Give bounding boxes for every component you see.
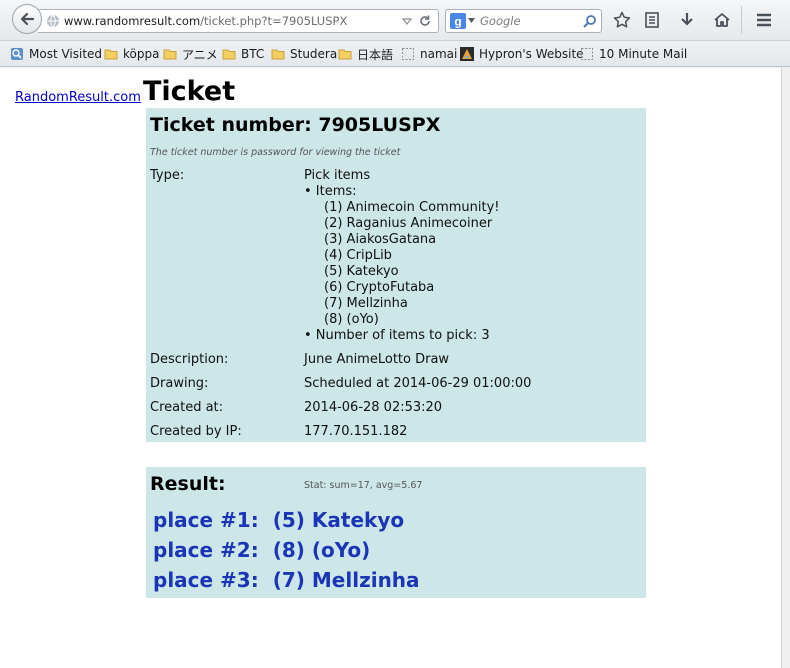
history-dropdown-icon[interactable]	[401, 15, 413, 27]
place-item: (5) Katekyo	[272, 508, 405, 532]
bookmark-label: köppa	[123, 47, 160, 61]
back-arrow-icon	[20, 12, 35, 26]
site-favicon-icon	[460, 47, 474, 61]
page-viewport: RandomResult.com Ticket Ticket number: 7…	[0, 68, 782, 668]
bookmark-label: Studera	[290, 47, 338, 61]
description-value: June AnimeLotto Draw	[304, 352, 450, 367]
engine-dropdown-icon[interactable]	[468, 18, 475, 24]
list-item: (5) Katekyo	[324, 264, 399, 279]
google-icon[interactable]: g	[450, 13, 466, 29]
place-label: place #1:	[153, 508, 259, 532]
description-label: Description:	[150, 352, 229, 367]
ticket-number-heading: Ticket number: 7905LUSPX	[150, 114, 441, 136]
result-stat: Stat: sum=17, avg=5.67	[304, 480, 423, 491]
home-icon[interactable]	[712, 10, 732, 30]
toolbar-separator	[741, 6, 742, 34]
search-input[interactable]: Google	[480, 14, 521, 28]
result-heading: Result:	[150, 473, 226, 495]
place-label: place #3:	[153, 568, 259, 592]
list-item: (2) Raganius Animecoiner	[324, 216, 493, 231]
menu-icon[interactable]	[754, 10, 774, 30]
svg-text:g: g	[454, 15, 461, 29]
bookmark-label: 日本語	[357, 47, 394, 62]
place-item: (8) (oYo)	[272, 538, 371, 562]
url-path: /ticket.php?t=7905LUSPX	[200, 14, 348, 28]
bookmark-label: Hypron's Website	[479, 47, 584, 61]
globe-icon	[47, 14, 59, 28]
bookmark-star-icon[interactable]	[612, 10, 632, 30]
drawing-value: Scheduled at 2014-06-29 01:00:00	[304, 376, 532, 391]
bookmark-folder-anime[interactable]: アニメ	[163, 46, 218, 62]
type-label: Type:	[150, 168, 185, 183]
created-at-value: 2014-06-28 02:53:20	[304, 400, 443, 415]
bookmark-label: namai	[420, 47, 458, 61]
bookmarks-menu-icon[interactable]	[642, 10, 662, 30]
window-right-edge	[782, 68, 790, 668]
bookmark-folder-koppa[interactable]: köppa	[104, 46, 159, 62]
back-button[interactable]	[12, 4, 42, 34]
list-item: (8) (oYo)	[324, 312, 379, 327]
url-host: www.randomresult.com	[64, 14, 201, 28]
bookmark-label: Most Visited	[29, 47, 103, 61]
folder-icon	[222, 49, 236, 60]
bookmark-label: アニメ	[182, 47, 218, 62]
result-place-2: place #2: (8) (oYo)	[153, 538, 370, 562]
bookmark-namai[interactable]: namai	[401, 46, 457, 62]
search-bar[interactable]: g Google	[445, 9, 602, 33]
bookmark-folder-btc[interactable]: BTC	[222, 46, 264, 62]
blank-page-icon	[402, 48, 414, 60]
place-item: (7) Mellzinha	[272, 568, 420, 592]
url-bar[interactable]: www.randomresult.com/ticket.php?t=7905LU…	[38, 9, 439, 33]
folder-icon	[163, 49, 177, 60]
bookmark-hyprons-website[interactable]: Hypron's Website	[460, 46, 584, 62]
reload-icon[interactable]	[418, 14, 432, 28]
list-item: (4) CripLib	[324, 248, 392, 263]
pick-count: • Number of items to pick: 3	[304, 328, 490, 343]
items-label: • Items:	[304, 184, 357, 199]
folder-icon	[338, 49, 352, 60]
bookmark-folder-studera[interactable]: Studera	[271, 46, 337, 62]
bookmark-label: BTC	[241, 47, 265, 61]
created-ip-value: 177.70.151.182	[304, 424, 408, 439]
blank-page-icon	[581, 48, 593, 60]
search-icon[interactable]	[583, 14, 597, 28]
created-at-label: Created at:	[150, 400, 224, 415]
result-panel: Result: Stat: sum=17, avg=5.67 place #1:…	[146, 467, 646, 598]
folder-icon	[271, 49, 285, 60]
created-ip-label: Created by IP:	[150, 424, 242, 439]
most-visited-icon	[11, 48, 23, 60]
ticket-password-note: The ticket number is password for viewin…	[150, 147, 401, 158]
page-title: Ticket	[143, 76, 236, 107]
ticket-panel: Ticket number: 7905LUSPX The ticket numb…	[146, 108, 646, 442]
bookmark-folder-nihongo[interactable]: 日本語	[338, 46, 393, 62]
type-value: Pick items	[304, 168, 371, 183]
navigation-toolbar: www.randomresult.com/ticket.php?t=7905LU…	[0, 0, 790, 41]
list-item: (1) Animecoin Community!	[324, 200, 500, 215]
bookmark-10-minute-mail[interactable]: 10 Minute Mail	[580, 46, 687, 62]
url-text[interactable]: www.randomresult.com/ticket.php?t=7905LU…	[64, 14, 347, 28]
downloads-icon[interactable]	[677, 10, 697, 30]
list-item: (3) AiakosGatana	[324, 232, 437, 247]
site-home-link[interactable]: RandomResult.com	[15, 90, 141, 105]
drawing-label: Drawing:	[150, 376, 209, 391]
bookmark-label: 10 Minute Mail	[599, 47, 688, 61]
result-place-3: place #3: (7) Mellzinha	[153, 568, 420, 592]
list-item: (6) CryptoFutaba	[324, 280, 435, 295]
place-label: place #2:	[153, 538, 259, 562]
result-place-1: place #1: (5) Katekyo	[153, 508, 404, 532]
bookmarks-toolbar: Most Visited köppa アニメ BTC Studera 日本語 n…	[0, 41, 790, 67]
folder-icon	[104, 49, 118, 60]
list-item: (7) Mellzinha	[324, 296, 408, 311]
bookmark-most-visited[interactable]: Most Visited	[10, 46, 102, 62]
